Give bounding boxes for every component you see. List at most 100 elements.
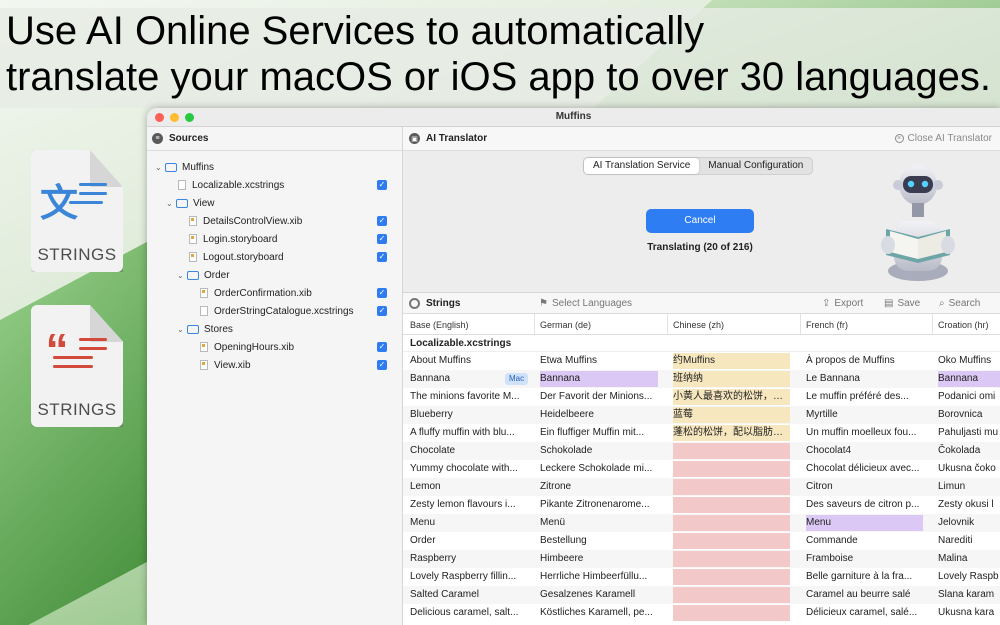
include-checkbox[interactable]: ✓ [377,252,387,262]
table-cell[interactable] [673,586,791,604]
table-cell[interactable]: Salted Caramel [410,586,520,604]
table-cell[interactable]: Zesty lemon flavours i... [410,496,520,514]
select-languages-button[interactable]: ⚑ Select Languages [539,298,632,309]
tab-manual-configuration[interactable]: Manual Configuration [699,158,812,174]
table-cell[interactable]: Un muffin moelleux fou... [806,424,924,442]
search-button[interactable]: ⌕ Search [939,298,980,309]
table-cell[interactable]: Bannana [938,370,1000,388]
save-button[interactable]: ▤ Save [884,298,920,309]
tree-file[interactable]: Localizable.xcstrings [166,176,284,194]
include-checkbox[interactable]: ✓ [377,216,387,226]
table-cell[interactable] [673,568,791,586]
export-button[interactable]: ⇪ Export [822,298,863,309]
column-header[interactable]: French (fr) [806,320,848,330]
table-cell[interactable]: Ukusna čoko [938,460,1000,478]
table-cell[interactable]: Bestellung [540,532,660,550]
table-cell[interactable]: Order [410,532,520,550]
table-cell[interactable]: Caramel au beurre salé [806,586,924,604]
disclosure-chevron-icon[interactable]: ⌄ [166,199,176,208]
tree-file[interactable]: Logout.storyboard [177,248,284,266]
include-checkbox[interactable]: ✓ [377,288,387,298]
table-cell[interactable]: 班纳纳 [673,370,791,388]
table-cell[interactable]: Ukusna kara [938,604,1000,622]
table-cell[interactable]: Framboise [806,550,924,568]
table-cell[interactable]: Belle garniture à la fra... [806,568,924,586]
table-cell[interactable]: Raspberry [410,550,520,568]
tree-folder[interactable]: ⌄ Order [177,266,230,284]
table-row[interactable]: Salted Caramel Gesalzenes Karamell Caramel… [403,586,1000,604]
table-cell[interactable]: Menu [410,514,520,532]
tree-file[interactable]: DetailsControlView.xib [177,212,302,230]
table-row[interactable]: Order Bestellung Commande Narediti [403,532,1000,550]
table-cell[interactable]: Limun [938,478,1000,496]
table-cell[interactable]: Chocolat délicieux avec... [806,460,924,478]
table-cell[interactable]: Pahuljasti mu [938,424,1000,442]
table-cell[interactable]: Čokolada [938,442,1000,460]
table-cell[interactable]: Lemon [410,478,520,496]
table-cell[interactable]: Heidelbeere [540,406,660,424]
include-checkbox[interactable]: ✓ [377,342,387,352]
column-header[interactable]: Chinese (zh) [673,320,724,330]
include-checkbox[interactable]: ✓ [377,360,387,370]
table-cell[interactable]: 约Muffins [673,352,791,370]
table-row[interactable]: Delicious caramel, salt... Köstliches Kar… [403,604,1000,622]
disclosure-chevron-icon[interactable]: ⌄ [155,163,165,172]
tree-file[interactable]: OrderConfirmation.xib [188,284,312,302]
table-cell[interactable]: Schokolade [540,442,660,460]
table-cell[interactable]: Le Bannana [806,370,924,388]
table-cell[interactable]: Des saveurs de citron p... [806,496,924,514]
disclosure-chevron-icon[interactable]: ⌄ [177,325,187,334]
table-cell[interactable] [673,604,791,622]
table-cell[interactable]: 蓝莓 [673,406,791,424]
table-cell[interactable]: Yummy chocolate with... [410,460,520,478]
table-cell[interactable]: About Muffins [410,352,520,370]
table-cell[interactable]: 小黄人最喜欢的松饼，香… [673,388,791,406]
table-cell[interactable] [673,460,791,478]
table-cell[interactable]: Bannana [540,370,660,388]
table-row[interactable]: Bannana Bannana 班纳纳 Le Bannana Bannana Mac [403,370,1000,388]
table-row[interactable]: Lemon Zitrone Citron Limun [403,478,1000,496]
table-cell[interactable]: Himbeere [540,550,660,568]
table-cell[interactable]: Délicieux caramel, salé... [806,604,924,622]
table-cell[interactable] [673,478,791,496]
table-cell[interactable]: The minions favorite M... [410,388,520,406]
table-cell[interactable]: Etwa Muffins [540,352,660,370]
table-row[interactable]: About Muffins Etwa Muffins 约Muffins À propo… [403,352,1000,370]
tree-file[interactable]: OpeningHours.xib [188,338,294,356]
table-cell[interactable]: Blueberry [410,406,520,424]
table-cell[interactable]: Malina [938,550,1000,568]
table-cell[interactable]: Jelovnik [938,514,1000,532]
table-cell[interactable]: Myrtille [806,406,924,424]
table-cell[interactable]: Lovely Raspb [938,568,1000,586]
table-row[interactable]: Chocolate Schokolade Chocolat4 Čokolada [403,442,1000,460]
table-cell[interactable]: À propos de Muffins [806,352,924,370]
table-cell[interactable]: Borovnica [938,406,1000,424]
table-row[interactable]: Raspberry Himbeere Framboise Malina [403,550,1000,568]
tab-ai-translation-service[interactable]: AI Translation Service [584,158,700,174]
column-header[interactable]: German (de) [540,320,591,330]
column-header[interactable]: Croation (hr) [938,320,989,330]
tree-file[interactable]: Login.storyboard [177,230,278,248]
table-row[interactable]: Yummy chocolate with... Leckere Schokolad… [403,460,1000,478]
table-cell[interactable]: 蓬松的松饼，配以脂肪和… [673,424,791,442]
table-cell[interactable]: Bannana [410,370,520,388]
table-row[interactable]: Blueberry Heidelbeere 蓝莓 Myrtille Borovnica [403,406,1000,424]
table-cell[interactable]: Leckere Schokolade mi... [540,460,660,478]
table-cell[interactable]: Le muffin préféré des... [806,388,924,406]
table-cell[interactable]: Chocolat4 [806,442,924,460]
table-cell[interactable]: Zesty okusi l [938,496,1000,514]
table-cell[interactable]: Menu [806,514,924,532]
table-cell[interactable] [673,496,791,514]
table-row[interactable]: A fluffy muffin with blu... Ein fluffiger… [403,424,1000,442]
table-cell[interactable]: Podanici omi [938,388,1000,406]
disclosure-chevron-icon[interactable]: ⌄ [177,271,187,280]
tree-folder[interactable]: ⌄ Stores [177,320,233,338]
column-header[interactable]: Base (English) [410,320,469,330]
table-cell[interactable]: Zitrone [540,478,660,496]
table-row[interactable]: Menu Menü Menu Jelovnik [403,514,1000,532]
table-cell[interactable]: Pikante Zitronenarome... [540,496,660,514]
table-cell[interactable]: Delicious caramel, salt... [410,604,520,622]
table-cell[interactable]: Chocolate [410,442,520,460]
table-cell[interactable]: Ein fluffiger Muffin mit... [540,424,660,442]
include-checkbox[interactable]: ✓ [377,306,387,316]
